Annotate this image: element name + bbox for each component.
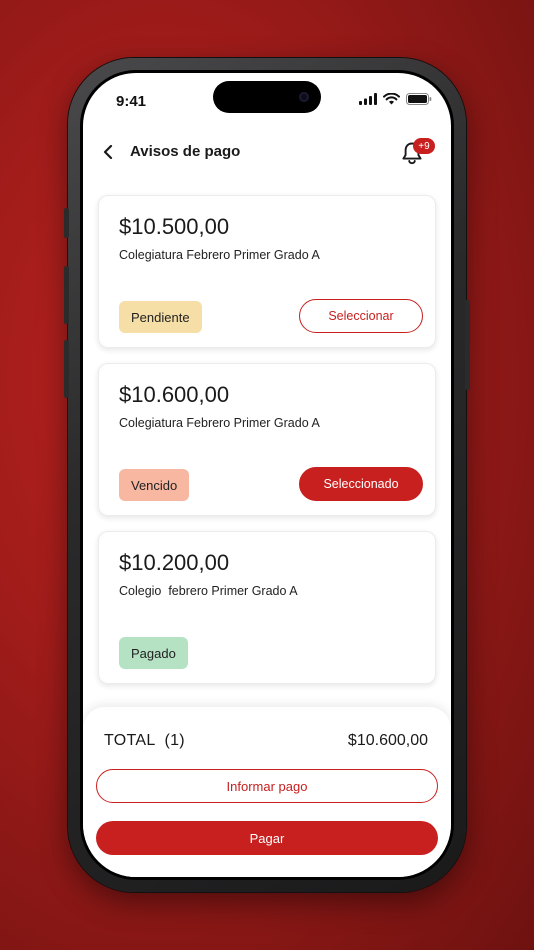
signal-icon bbox=[359, 93, 377, 105]
page-title: Avisos de pago bbox=[130, 143, 241, 160]
chevron-left-icon bbox=[103, 145, 113, 159]
phone-volume-up bbox=[64, 266, 69, 324]
status-badge-pending: Pendiente bbox=[119, 301, 202, 333]
app-screen: 9:41 Avisos de pago +9 $10.500,00 Colegi… bbox=[83, 73, 451, 877]
payment-summary-sheet: TOTAL (1) $10.600,00 Informar pago Pagar bbox=[83, 707, 451, 877]
invoice-amount: $10.600,00 bbox=[119, 382, 230, 407]
back-button[interactable] bbox=[103, 141, 119, 163]
phone-side-button bbox=[64, 208, 69, 238]
inform-payment-button[interactable]: Informar pago bbox=[96, 769, 438, 803]
battery-icon bbox=[406, 93, 432, 105]
total-label: TOTAL (1) bbox=[104, 732, 185, 749]
invoice-description: Colegiatura Febrero Primer Grado A bbox=[119, 416, 320, 430]
invoice-amount: $10.200,00 bbox=[119, 550, 230, 575]
phone-volume-down bbox=[64, 340, 69, 398]
status-time: 9:41 bbox=[116, 93, 147, 110]
wifi-icon bbox=[383, 93, 400, 105]
invoice-description: Colegiatura Febrero Primer Grado A bbox=[119, 248, 320, 262]
dynamic-island bbox=[213, 81, 321, 113]
phone-power-button bbox=[465, 300, 470, 390]
status-badge-overdue: Vencido bbox=[119, 469, 190, 501]
selected-button[interactable]: Seleccionado bbox=[299, 467, 423, 501]
pay-button[interactable]: Pagar bbox=[96, 821, 438, 855]
notification-badge: +9 bbox=[413, 138, 435, 154]
select-button[interactable]: Seleccionar bbox=[299, 299, 423, 333]
invoice-amount: $10.500,00 bbox=[119, 214, 230, 239]
invoice-card[interactable]: $10.600,00 Colegiatura Febrero Primer Gr… bbox=[98, 363, 436, 516]
camera-icon bbox=[299, 92, 309, 102]
status-icons bbox=[359, 93, 432, 105]
invoice-card[interactable]: $10.200,00 Colegio febrero Primer Grado … bbox=[98, 531, 436, 684]
invoice-card[interactable]: $10.500,00 Colegiatura Febrero Primer Gr… bbox=[98, 195, 436, 348]
app-header: Avisos de pago +9 bbox=[83, 137, 451, 167]
status-badge-paid: Pagado bbox=[119, 637, 188, 669]
total-value: $10.600,00 bbox=[347, 732, 428, 749]
invoice-description: Colegio febrero Primer Grado A bbox=[119, 584, 298, 598]
